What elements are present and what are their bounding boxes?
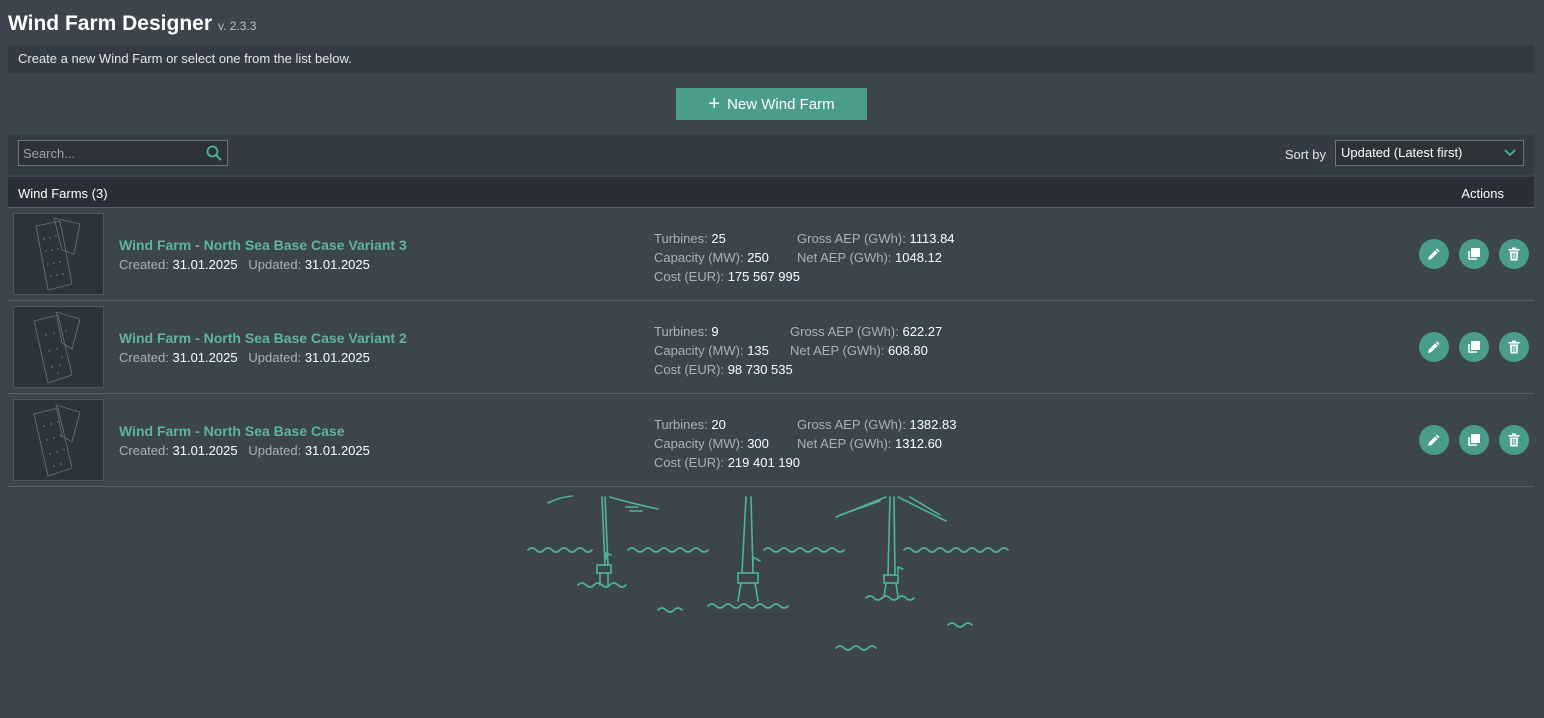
wind-farm-aep: Gross AEP (GWh): 622.27 Net AEP (GWh): 6… (790, 324, 943, 358)
chevron-down-icon (1497, 141, 1523, 165)
edit-button[interactable] (1419, 425, 1449, 455)
wind-farm-row[interactable]: Wind Farm - North Sea Base Case Variant … (8, 301, 1534, 394)
row-actions (1419, 239, 1529, 269)
new-wind-farm-button[interactable]: + New Wind Farm (676, 88, 867, 120)
info-bar: Create a new Wind Farm or select one fro… (8, 45, 1534, 73)
copy-icon (1468, 434, 1480, 446)
trash-icon (1508, 247, 1520, 261)
wind-farm-stats: Turbines: 9 Capacity (MW): 135 Cost (EUR… (654, 324, 793, 377)
wind-farm-aep: Gross AEP (GWh): 1382.83 Net AEP (GWh): … (797, 417, 957, 451)
plus-icon: + (708, 93, 721, 115)
app-version: v. 2.3.3 (218, 19, 257, 33)
wind-farm-dates: Created: 31.01.2025 Updated: 31.01.2025 (119, 443, 370, 458)
pencil-icon (1428, 434, 1440, 446)
wind-farm-row[interactable]: Wind Farm - North Sea Base Case Created:… (8, 394, 1534, 487)
search-box (18, 140, 228, 166)
pencil-icon (1428, 248, 1440, 260)
trash-icon (1508, 340, 1520, 354)
duplicate-button[interactable] (1459, 425, 1489, 455)
wind-farm-thumbnail[interactable] (13, 399, 104, 481)
new-wind-farm-label: New Wind Farm (727, 95, 835, 113)
wind-farm-thumbnail[interactable] (13, 306, 104, 388)
wind-farm-dates: Created: 31.01.2025 Updated: 31.01.2025 (119, 350, 370, 365)
delete-button[interactable] (1499, 425, 1529, 455)
delete-button[interactable] (1499, 239, 1529, 269)
edit-button[interactable] (1419, 239, 1449, 269)
sort-label: Sort by (1284, 147, 1326, 162)
list-title: Wind Farms (3) (18, 186, 108, 201)
delete-button[interactable] (1499, 332, 1529, 362)
edit-button[interactable] (1419, 332, 1449, 362)
row-actions (1419, 332, 1529, 362)
wind-farm-row[interactable]: Wind Farm - North Sea Base Case Variant … (8, 208, 1534, 301)
app-title: Wind Farm Designer (8, 12, 213, 35)
search-input[interactable] (19, 141, 201, 165)
wind-farm-name-link[interactable]: Wind Farm - North Sea Base Case (119, 423, 345, 439)
wind-farm-stats: Turbines: 25 Capacity (MW): 250 Cost (EU… (654, 231, 800, 284)
list-header: Wind Farms (3) Actions (8, 177, 1534, 208)
row-actions (1419, 425, 1529, 455)
app-header: Wind Farm Designer v. 2.3.3 (8, 12, 256, 42)
copy-icon (1468, 341, 1480, 353)
pencil-icon (1428, 341, 1440, 353)
sort-select[interactable]: Updated (Latest first) (1335, 140, 1524, 166)
wind-farm-stats: Turbines: 20 Capacity (MW): 300 Cost (EU… (654, 417, 800, 470)
trash-icon (1508, 433, 1520, 447)
wind-farm-name-link[interactable]: Wind Farm - North Sea Base Case Variant … (119, 237, 407, 253)
wind-farm-name-link[interactable]: Wind Farm - North Sea Base Case Variant … (119, 330, 407, 346)
actions-header: Actions (1461, 186, 1504, 201)
duplicate-button[interactable] (1459, 332, 1489, 362)
wind-farm-thumbnail[interactable] (13, 213, 104, 295)
wind-farm-dates: Created: 31.01.2025 Updated: 31.01.2025 (119, 257, 370, 272)
offshore-wind-illustration (520, 493, 1020, 658)
info-message: Create a new Wind Farm or select one fro… (18, 51, 352, 66)
search-icon[interactable] (201, 141, 227, 165)
toolbar: Sort by Updated (Latest first) (8, 135, 1534, 175)
duplicate-button[interactable] (1459, 239, 1489, 269)
wind-farm-aep: Gross AEP (GWh): 1113.84 Net AEP (GWh): … (797, 231, 955, 265)
copy-icon (1468, 248, 1480, 260)
sort-selected-value: Updated (Latest first) (1341, 145, 1463, 160)
